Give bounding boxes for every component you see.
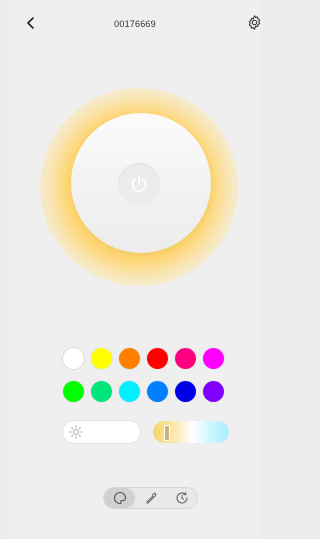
color-swatch-orange[interactable] (119, 348, 140, 369)
color-swatch-azure[interactable] (147, 381, 168, 402)
brightness-slider[interactable] (63, 421, 140, 443)
palette-icon (114, 491, 127, 505)
eyedropper-icon (146, 492, 157, 504)
color-temperature-handle[interactable] (164, 425, 170, 441)
mode-tab-picker[interactable] (135, 488, 166, 508)
color-swatch-cyan[interactable] (119, 381, 140, 402)
color-swatch-pink[interactable] (175, 348, 196, 369)
mode-tab-timer[interactable] (166, 488, 197, 508)
power-icon (131, 175, 147, 192)
color-swatch-blue[interactable] (175, 381, 196, 402)
sun-icon (69, 425, 83, 439)
color-swatch-red[interactable] (147, 348, 168, 369)
power-button[interactable] (118, 163, 160, 205)
color-swatch-magenta[interactable] (203, 348, 224, 369)
color-swatch-yellow[interactable] (91, 348, 112, 369)
mode-selector (104, 488, 197, 508)
header: 00176669 (8, 0, 262, 44)
color-swatch-spring-green[interactable] (91, 381, 112, 402)
color-swatch-green[interactable] (63, 381, 84, 402)
timer-icon (176, 492, 188, 504)
device-title: 00176669 (114, 19, 156, 29)
color-swatch-violet[interactable] (203, 381, 224, 402)
gear-icon[interactable] (246, 14, 263, 31)
color-swatch-white[interactable] (63, 348, 84, 369)
mode-tab-color[interactable] (104, 488, 135, 508)
app-screen: 00176669 (8, 0, 262, 539)
